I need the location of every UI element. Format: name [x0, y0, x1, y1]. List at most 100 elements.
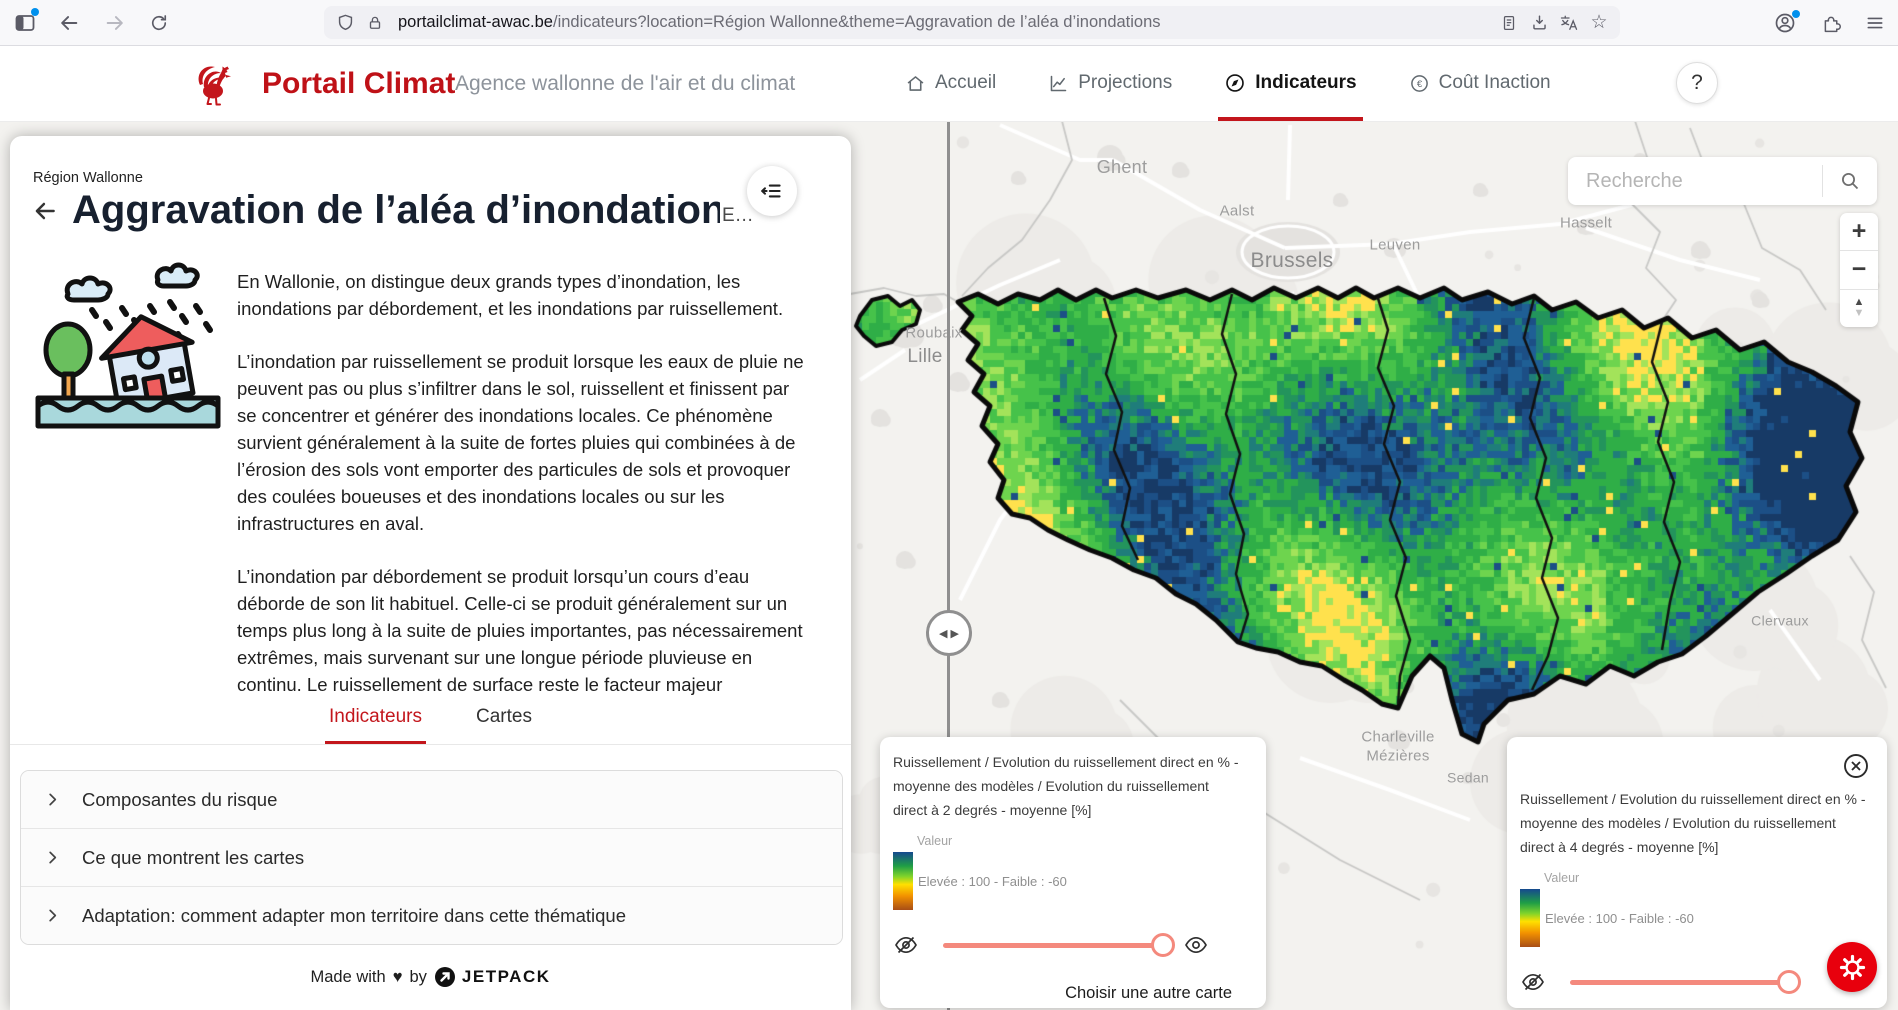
- page-title: Aggravation de l’aléa d’inondations: [72, 188, 720, 233]
- help-button[interactable]: ?: [1676, 62, 1718, 104]
- chevron-right-icon: [45, 908, 60, 923]
- map-zoom-control: + − ▲▼: [1840, 213, 1878, 327]
- nav-item-co-t-inaction[interactable]: € Coût Inaction: [1409, 45, 1551, 121]
- made-with-text: Made with: [310, 968, 385, 987]
- address-bar[interactable]: portailclimat-awac.be/indicateurs?locati…: [324, 6, 1620, 39]
- extensions-puzzle-icon[interactable]: [1816, 8, 1846, 38]
- url-text[interactable]: portailclimat-awac.be/indicateurs?locati…: [398, 13, 1494, 32]
- legend-card-2-degrees: Ruissellement / Evolution du ruisselleme…: [880, 737, 1266, 1008]
- map-label: Brussels: [1251, 248, 1334, 274]
- legend-gradient-bar: [1520, 889, 1540, 947]
- settings-fab-button[interactable]: [1827, 942, 1877, 992]
- nav-label: Accueil: [935, 72, 996, 94]
- tab-indicateurs[interactable]: Indicateurs: [325, 696, 426, 744]
- arrow-left-icon: [31, 197, 59, 225]
- breadcrumb-region: Région Wallonne: [33, 170, 143, 186]
- accordion-label: Adaptation: comment adapter mon territoi…: [82, 905, 626, 927]
- accordion-item[interactable]: Composantes du risque: [21, 771, 842, 828]
- main-nav: Accueil Projections Indicateurs € Coût Inact…: [905, 45, 1551, 121]
- map-label: Hasselt: [1560, 215, 1612, 234]
- save-page-icon[interactable]: [1524, 8, 1554, 38]
- hide-layer-icon[interactable]: [893, 932, 919, 958]
- legend-title: Ruissellement / Evolution du ruisselleme…: [893, 750, 1243, 822]
- show-layer-icon[interactable]: [1183, 932, 1209, 958]
- url-host: portailclimat-awac.be: [398, 13, 553, 31]
- chevron-right-icon: [45, 792, 60, 807]
- menu-hamburger-icon[interactable]: [1860, 8, 1890, 38]
- account-icon[interactable]: [1770, 8, 1800, 38]
- nav-item-accueil[interactable]: Accueil: [905, 45, 996, 121]
- accordion: Composantes du risque Ce que montrent les…: [20, 770, 843, 945]
- nav-label: Projections: [1078, 72, 1172, 94]
- bookmark-star-icon[interactable]: ☆: [1584, 8, 1614, 38]
- screen: Ghent Aalst Brussels Leuven Hasselt RoubaixLi…: [0, 0, 1898, 1010]
- map-label: Charleville Mézières: [1361, 728, 1434, 766]
- legend-gradient-bar: [893, 852, 913, 910]
- map-label: Lille: [907, 345, 942, 369]
- tab-cartes[interactable]: Cartes: [472, 696, 536, 744]
- back-button[interactable]: [28, 194, 62, 228]
- triangle-down-icon: ▼: [1854, 308, 1865, 319]
- legend-range-label: Elevée : 100 - Faible : -60: [918, 874, 1067, 889]
- map-label: Aalst: [1220, 203, 1255, 222]
- accordion-item[interactable]: Adaptation: comment adapter mon territoi…: [21, 886, 842, 944]
- sidebar-tabs-icon[interactable]: [10, 8, 40, 38]
- jetpack-logo-icon: [434, 966, 456, 988]
- panel-tabs: Indicateurs Cartes: [10, 696, 851, 745]
- zoom-out-button[interactable]: −: [1840, 250, 1878, 288]
- search-input[interactable]: [1584, 169, 1822, 194]
- browser-back-icon[interactable]: [54, 8, 84, 38]
- lock-icon[interactable]: [360, 8, 390, 38]
- site-brand[interactable]: Portail Climat: [262, 67, 455, 101]
- shield-icon[interactable]: [330, 8, 360, 38]
- map-label: Sedan: [1447, 769, 1489, 787]
- translate-icon[interactable]: [1554, 8, 1584, 38]
- search-icon[interactable]: [1822, 165, 1877, 197]
- layer-opacity-slider[interactable]: [943, 943, 1169, 948]
- description-text: En Wallonie, on distingue deux grands ty…: [237, 268, 812, 696]
- title-overflow-text: E…: [722, 205, 754, 233]
- reader-view-icon[interactable]: [1494, 8, 1524, 38]
- chevron-right-icon: [45, 850, 60, 865]
- flood-illustration: [30, 258, 226, 434]
- zoom-in-button[interactable]: +: [1840, 213, 1878, 250]
- detail-panel: Région Wallonne Aggravation de l’aléa d’…: [10, 136, 851, 1010]
- svg-text:€: €: [1416, 79, 1422, 90]
- collapse-panel-button[interactable]: [747, 166, 797, 216]
- browser-reload-icon[interactable]: [144, 8, 174, 38]
- map-label: Clervaux: [1751, 612, 1809, 630]
- outdent-icon: [759, 178, 785, 204]
- panel-footer: Made with ♥ by JETPACK: [10, 966, 851, 988]
- accordion-label: Ce que montrent les cartes: [82, 847, 304, 869]
- accordion-item[interactable]: Ce que montrent les cartes: [21, 828, 842, 886]
- site-subtitle: Agence wallonne de l'air et du climat: [455, 72, 795, 96]
- close-icon[interactable]: [1841, 751, 1871, 781]
- map-label: Roubaix: [905, 325, 962, 344]
- accordion-label: Composantes du risque: [82, 789, 277, 811]
- gear-icon: [1841, 956, 1863, 978]
- walloon-rooster-logo: [192, 59, 232, 107]
- triangle-right-icon: ▶: [951, 627, 959, 640]
- heart-icon: ♥: [393, 968, 403, 987]
- browser-forward-icon[interactable]: [100, 8, 130, 38]
- browser-toolbar: portailclimat-awac.be/indicateurs?locati…: [0, 0, 1898, 46]
- hide-layer-icon[interactable]: [1520, 969, 1546, 995]
- jetpack-link[interactable]: JETPACK: [434, 966, 551, 988]
- map-label: Ghent: [1097, 156, 1148, 179]
- nav-item-indicateurs[interactable]: Indicateurs: [1224, 45, 1356, 121]
- slider-handle[interactable]: [1151, 933, 1175, 957]
- notification-dot: [31, 8, 39, 16]
- legend-value-label: Valeur: [917, 834, 1266, 848]
- map-orientation-button[interactable]: ▲▼: [1840, 289, 1878, 327]
- layer-opacity-slider[interactable]: [1570, 980, 1795, 985]
- legend-title: Ruissellement / Evolution du ruisselleme…: [1520, 787, 1870, 859]
- map-label: Leuven: [1369, 237, 1420, 256]
- triangle-left-icon: ◀: [939, 627, 947, 640]
- nav-label: Coût Inaction: [1439, 72, 1551, 94]
- slider-handle[interactable]: [1777, 970, 1801, 994]
- map-compare-handle[interactable]: ◀ ▶: [926, 610, 972, 656]
- choose-other-map-link[interactable]: Choisir une autre carte: [893, 984, 1232, 1003]
- url-path: /indicateurs?location=Région Wallonne&th…: [553, 13, 1161, 31]
- nav-label: Indicateurs: [1255, 72, 1356, 94]
- nav-item-projections[interactable]: Projections: [1048, 45, 1172, 121]
